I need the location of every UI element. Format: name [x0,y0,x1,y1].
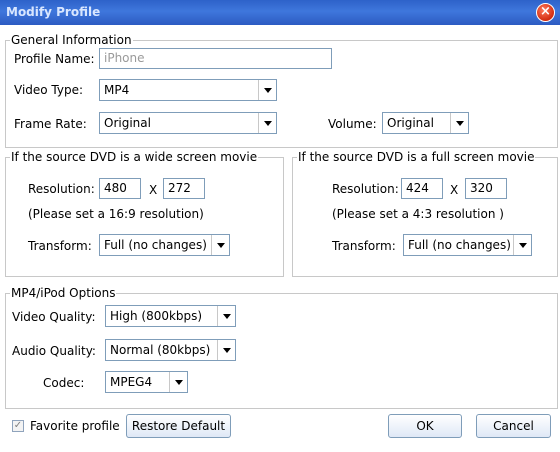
volume-label: Volume: [328,117,377,131]
full-hint: (Please set a 4:3 resolution ) [332,207,504,221]
dialog-body: General Information Profile Name: iPhone… [0,25,560,452]
window-title: Modify Profile [6,5,101,19]
audio-quality-label: Audio Quality: [12,344,96,358]
audio-quality-value: Normal (80kbps) [110,343,211,357]
favorite-profile-label[interactable]: Favorite profile [30,419,120,433]
volume-select[interactable]: Original [382,112,469,134]
video-quality-value: High (800kbps) [110,309,203,323]
full-transform-select[interactable]: Full (no changes) [403,234,532,256]
chevron-down-icon[interactable] [217,340,235,360]
wide-transform-select[interactable]: Full (no changes) [99,234,230,256]
mp4-options-legend: MP4/iPod Options [10,286,117,300]
frame-rate-label: Frame Rate: [14,117,87,131]
chevron-down-icon[interactable] [450,113,468,133]
favorite-profile-checkbox[interactable]: ✓ [12,420,24,432]
frame-rate-select[interactable]: Original [99,112,277,134]
codec-label: Codec: [43,376,85,390]
close-icon[interactable]: × [536,3,555,22]
wide-transform-label: Transform: [28,239,92,253]
wide-width-field[interactable]: 480 [99,178,141,199]
title-bar[interactable]: Modify Profile × [0,0,560,25]
chevron-down-icon[interactable] [217,306,235,326]
ok-button[interactable]: OK [388,414,462,438]
codec-select[interactable]: MPEG4 [105,371,188,393]
chevron-down-icon[interactable] [169,372,187,392]
full-screen-legend: If the source DVD is a full screen movie [297,150,536,164]
video-quality-label: Video Quality: [12,310,96,324]
chevron-down-icon[interactable] [211,235,229,255]
full-width-field[interactable]: 424 [401,178,443,199]
profile-name-field[interactable]: iPhone [99,48,332,69]
video-type-value: MP4 [104,83,130,97]
full-transform-label: Transform: [332,239,396,253]
wide-hint: (Please set a 16:9 resolution) [28,207,204,221]
video-quality-select[interactable]: High (800kbps) [105,305,236,327]
audio-quality-select[interactable]: Normal (80kbps) [105,339,236,361]
wide-resolution-label: Resolution: [28,182,95,196]
wide-x-label: X [149,183,158,197]
general-information-legend: General Information [10,33,133,47]
volume-value: Original [387,116,434,130]
profile-name-label: Profile Name: [14,52,95,66]
codec-value: MPEG4 [110,375,153,389]
chevron-down-icon[interactable] [258,80,276,100]
full-transform-value: Full (no changes) [408,238,511,252]
wide-height-field[interactable]: 272 [163,178,205,199]
wide-screen-legend: If the source DVD is a wide screen movie [10,150,259,164]
chevron-down-icon[interactable] [513,235,531,255]
full-height-field[interactable]: 320 [465,178,507,199]
frame-rate-value: Original [104,116,151,130]
full-x-label: X [450,183,459,197]
video-type-select[interactable]: MP4 [99,79,277,101]
wide-transform-value: Full (no changes) [104,238,207,252]
cancel-button[interactable]: Cancel [476,414,551,438]
restore-default-button[interactable]: Restore Default [126,414,231,438]
video-type-label: Video Type: [14,83,84,97]
chevron-down-icon[interactable] [258,113,276,133]
full-resolution-label: Resolution: [332,182,399,196]
